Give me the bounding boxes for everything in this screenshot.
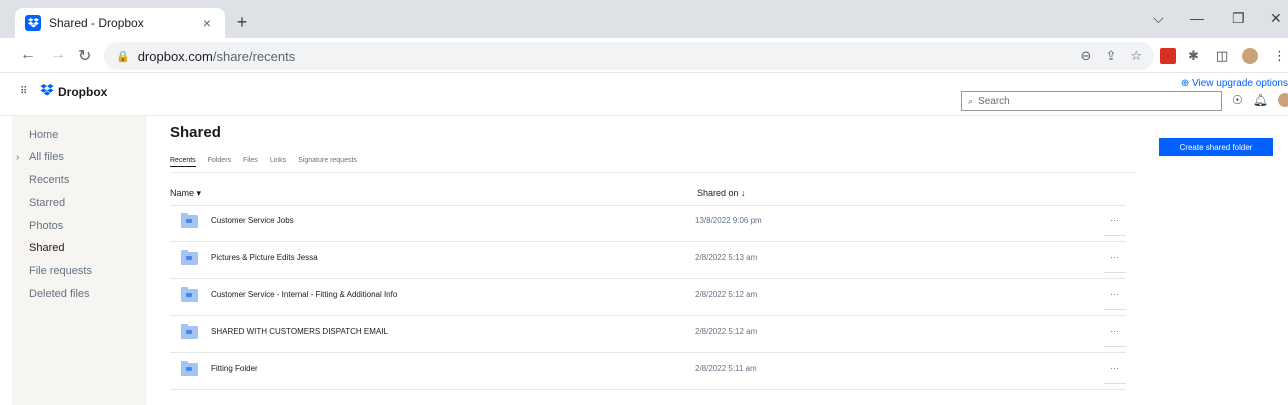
shared-folder-icon bbox=[181, 250, 198, 265]
table-row[interactable]: Pictures & Picture Edits Jessa 2/8/2022 … bbox=[170, 242, 1126, 279]
shared-folder-icon bbox=[181, 324, 198, 339]
reload-icon[interactable]: ↻ bbox=[78, 46, 91, 66]
row-date: 13/8/2022 9:06 pm bbox=[695, 216, 762, 225]
tabs-divider bbox=[170, 172, 1136, 173]
tab-links[interactable]: Links bbox=[270, 157, 286, 167]
shared-on-column-header[interactable]: Shared on ↓ bbox=[697, 188, 746, 198]
bell-icon[interactable]: 🔔︎ bbox=[1253, 93, 1268, 107]
row-date: 2/8/2022 5:13 am bbox=[695, 253, 758, 262]
extensions-puzzle-icon[interactable]: ✱ bbox=[1188, 48, 1204, 64]
extension-red-icon[interactable] bbox=[1160, 48, 1176, 64]
dropbox-logo[interactable]: Dropbox bbox=[40, 84, 107, 99]
tab-signature-requests[interactable]: Signature requests bbox=[298, 157, 357, 167]
chevron-right-icon[interactable]: › bbox=[16, 152, 19, 163]
more-underline bbox=[1104, 235, 1126, 236]
view-upgrade-options-link[interactable]: ⊕ View upgrade options bbox=[1181, 78, 1288, 89]
tab-recents[interactable]: Recents bbox=[170, 157, 196, 167]
browser-toolbar: ← → ↻ 🔒 dropbox.com/share/recents ⊖ ⇪ ☆ … bbox=[0, 38, 1288, 73]
more-underline bbox=[1104, 346, 1126, 347]
close-window-button[interactable]: ✕ bbox=[1270, 10, 1282, 27]
restore-button[interactable]: ❐ bbox=[1232, 10, 1245, 27]
forward-arrow-icon[interactable]: → bbox=[50, 46, 66, 64]
table-row[interactable]: Fitting Folder 2/8/2022 5:11 am ··· bbox=[170, 353, 1126, 390]
address-bar[interactable]: 🔒 dropbox.com/share/recents ⊖ ⇪ ☆ bbox=[104, 42, 1154, 70]
browser-tab[interactable]: Shared - Dropbox × bbox=[15, 8, 225, 38]
url-path: /share/recents bbox=[212, 48, 296, 64]
minimize-button[interactable]: — bbox=[1190, 10, 1204, 26]
row-name[interactable]: Customer Service Jobs bbox=[211, 216, 294, 225]
browser-menu-icon[interactable]: ⋮ bbox=[1273, 48, 1288, 64]
browser-tab-bar: Shared - Dropbox × + ⌵ — ❐ ✕ bbox=[0, 0, 1288, 38]
shared-tabs: Recents Folders Files Links Signature re… bbox=[170, 157, 357, 167]
row-name[interactable]: Fitting Folder bbox=[211, 364, 258, 373]
create-shared-folder-button[interactable]: Create shared folder bbox=[1159, 138, 1273, 156]
sidebar-item-photos[interactable]: Photos bbox=[29, 220, 63, 232]
url-host: dropbox.com bbox=[137, 48, 213, 64]
sidebar-item-file-requests[interactable]: File requests bbox=[29, 265, 92, 277]
more-options-icon[interactable]: ··· bbox=[1110, 252, 1119, 262]
row-date: 2/8/2022 5:12 am bbox=[695, 327, 758, 336]
profile-avatar-icon[interactable] bbox=[1242, 48, 1258, 64]
more-options-icon[interactable]: ··· bbox=[1110, 215, 1119, 225]
bookmark-star-icon[interactable]: ☆ bbox=[1130, 48, 1142, 64]
help-icon[interactable]: ☉ bbox=[1232, 93, 1243, 107]
side-panel-icon[interactable]: ◫ bbox=[1216, 48, 1232, 64]
name-column-header[interactable]: Name ▾ bbox=[170, 188, 201, 199]
sidebar-item-home[interactable]: Home bbox=[29, 129, 58, 141]
more-options-icon[interactable]: ··· bbox=[1110, 363, 1119, 373]
new-tab-button[interactable]: + bbox=[232, 12, 252, 33]
table-row[interactable]: Customer Service Jobs 13/8/2022 9:06 pm … bbox=[170, 205, 1126, 242]
shared-folder-icon bbox=[181, 213, 198, 228]
sidebar-item-recents[interactable]: Recents bbox=[29, 174, 69, 186]
table-row[interactable]: Customer Service - Internal - Fitting & … bbox=[170, 279, 1126, 316]
page-title: Shared bbox=[170, 124, 221, 141]
row-name[interactable]: Pictures & Picture Edits Jessa bbox=[211, 253, 318, 262]
dropbox-header: ⠿ Dropbox ⊕ View upgrade options ⌕ Searc… bbox=[0, 74, 1288, 116]
shared-folder-icon bbox=[181, 361, 198, 376]
back-arrow-icon[interactable]: ← bbox=[20, 46, 36, 64]
row-name[interactable]: SHARED WITH CUSTOMERS DISPATCH EMAIL bbox=[211, 327, 388, 336]
dropbox-glyph-icon bbox=[40, 84, 54, 99]
more-options-icon[interactable]: ··· bbox=[1110, 326, 1119, 336]
brand-name: Dropbox bbox=[58, 84, 108, 99]
sidebar-item-starred[interactable]: Starred bbox=[29, 197, 65, 209]
more-options-icon[interactable]: ··· bbox=[1110, 289, 1119, 299]
more-underline bbox=[1104, 309, 1126, 310]
more-underline bbox=[1104, 383, 1126, 384]
sidebar-item-all-files[interactable]: All files bbox=[29, 151, 64, 163]
sidebar-item-deleted-files[interactable]: Deleted files bbox=[29, 288, 90, 300]
lock-icon: 🔒 bbox=[116, 50, 130, 63]
search-input[interactable]: ⌕ Search bbox=[961, 91, 1222, 111]
dropbox-favicon-icon bbox=[25, 15, 41, 31]
tab-files[interactable]: Files bbox=[243, 157, 258, 167]
sidebar: Home › All files Recents Starred Photos … bbox=[12, 116, 146, 405]
row-date: 2/8/2022 5:12 am bbox=[695, 290, 758, 299]
tab-search-chevron-icon[interactable]: ⌵ bbox=[1153, 10, 1164, 27]
row-date: 2/8/2022 5:11 am bbox=[695, 364, 757, 373]
search-icon: ⌕ bbox=[968, 95, 974, 106]
share-icon[interactable]: ⇪ bbox=[1105, 48, 1116, 64]
tab-folders[interactable]: Folders bbox=[208, 157, 231, 167]
tab-close-icon[interactable]: × bbox=[199, 15, 215, 31]
table-row[interactable]: SHARED WITH CUSTOMERS DISPATCH EMAIL 2/8… bbox=[170, 316, 1126, 353]
zoom-icon[interactable]: ⊖ bbox=[1081, 48, 1092, 64]
shared-folder-icon bbox=[181, 287, 198, 302]
row-name[interactable]: Customer Service - Internal - Fitting & … bbox=[211, 290, 397, 299]
sidebar-item-shared[interactable]: Shared bbox=[29, 242, 64, 254]
tab-title: Shared - Dropbox bbox=[49, 16, 144, 30]
more-underline bbox=[1104, 272, 1126, 273]
search-placeholder: Search bbox=[978, 95, 1010, 107]
avatar[interactable] bbox=[1278, 93, 1288, 107]
app-grid-icon[interactable]: ⠿ bbox=[20, 86, 28, 97]
